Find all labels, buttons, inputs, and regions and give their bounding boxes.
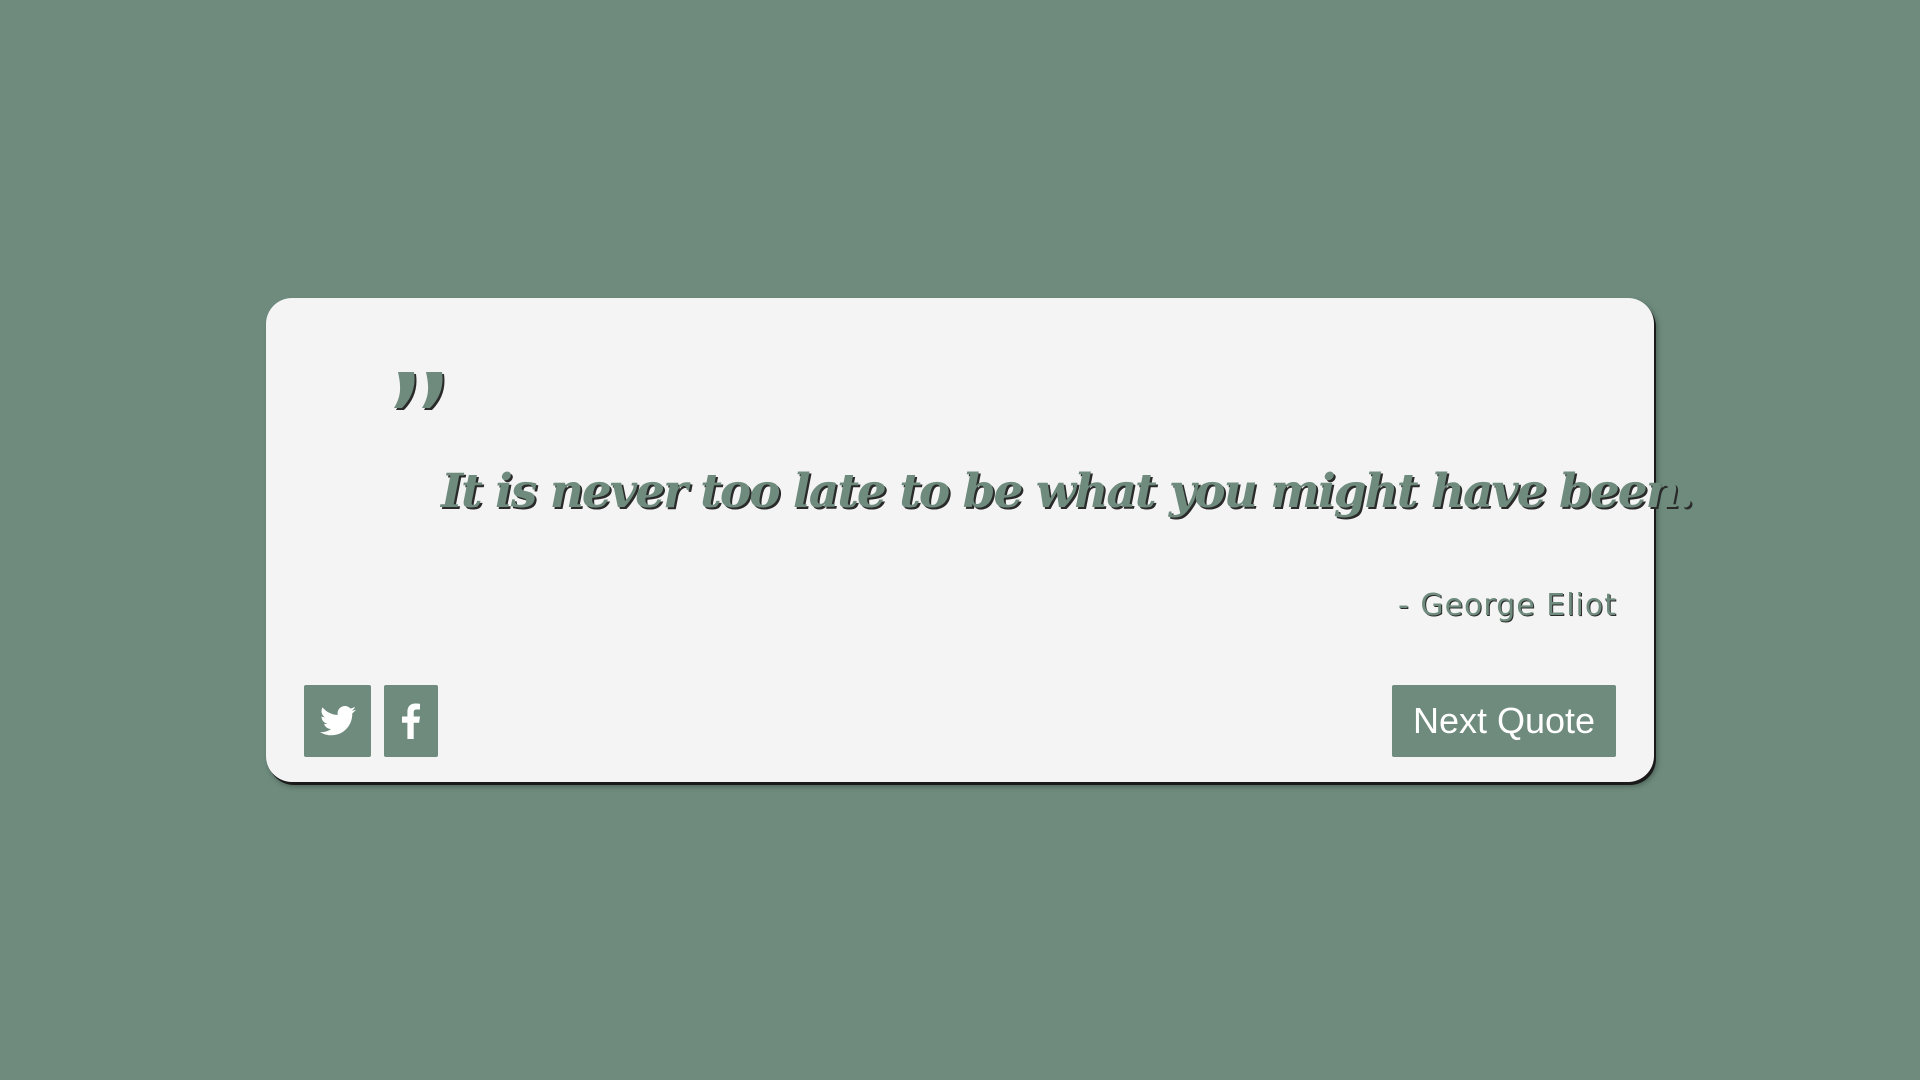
quote-card: It is never too late to be what you migh…	[266, 298, 1694, 782]
quote-text: It is never too late to be what you migh…	[441, 464, 1694, 519]
facebook-share-button[interactable]	[384, 685, 438, 757]
facebook-icon	[402, 703, 420, 739]
tweet-button[interactable]	[304, 685, 371, 757]
twitter-icon	[319, 706, 356, 736]
quote-author: - George Eliot	[1397, 588, 1617, 623]
quote-mark-icon	[394, 372, 445, 410]
next-quote-button[interactable]: Next Quote	[1392, 685, 1616, 757]
